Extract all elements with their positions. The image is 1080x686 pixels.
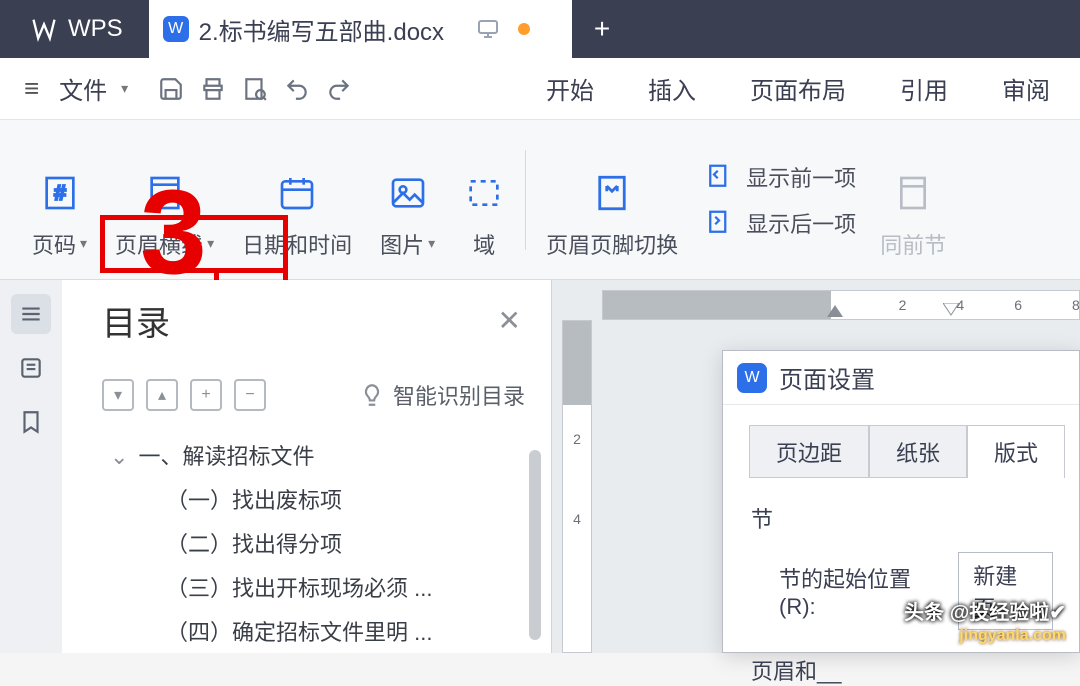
sidebar-bookmark[interactable] [11,402,51,442]
undo-icon[interactable] [280,72,314,106]
tab-layout[interactable]: 版式 [967,425,1065,478]
app-brand: WPS [0,0,149,58]
tree-item-h1[interactable]: ⌄一、解读招标文件 [110,435,531,479]
field-button[interactable]: 域 [449,140,519,260]
switch-hf-icon [591,172,633,214]
preview-icon[interactable] [238,72,272,106]
wps-logo-icon [30,15,58,43]
tab-start[interactable]: 开始 [540,67,600,110]
hf-group-label: 页眉和__ [751,654,1053,686]
titlebar: WPS W 2.标书编写五部曲.docx + [0,0,1080,58]
tab-review[interactable]: 审阅 [996,67,1056,110]
document-name: 2.标书编写五部曲.docx [199,12,444,47]
calendar-icon [276,172,318,214]
smart-recognize-button[interactable]: 智能识别目录 [359,379,531,411]
tree-item[interactable]: （三）找出开标现场必须 ... [166,567,531,611]
page-number-button[interactable]: # 页码▾ [18,140,101,260]
indent-marker-icon[interactable] [827,303,843,317]
tab-paper[interactable]: 纸张 [869,425,967,478]
save-icon[interactable] [154,72,188,106]
same-as-prev-icon [892,172,934,214]
show-next-button[interactable]: 显示后一项 [702,206,856,240]
show-next-icon [702,206,736,240]
picture-button[interactable]: 图片▾ [366,140,449,260]
section-group-label: 节 [751,502,1053,534]
outline-panel: 目录 ✕ ▾ ▴ + − 智能识别目录 ⌄一、解读招标文件 （一）找出废标项 （… [62,280,552,653]
tree-item[interactable]: （二）找出得分项 [166,523,531,567]
outline-title: 目录 [102,296,170,345]
sidebar-outline[interactable] [11,294,51,334]
remove-icon[interactable]: − [234,379,266,411]
tab-margins[interactable]: 页边距 [749,425,869,478]
expand-icon[interactable]: ▴ [146,379,178,411]
ribbon: # 页码▾ 页眉横线▾ 日期和时间 图片▾ 域 页眉页脚切换 显示前一项 显示后… [0,120,1080,280]
annotation-highlight [100,215,288,273]
wps-icon: W [737,363,767,393]
scrollbar[interactable] [529,450,541,640]
tab-page-layout[interactable]: 页面布局 [744,67,852,110]
redo-icon[interactable] [322,72,356,106]
switch-hf-button[interactable]: 页眉页脚切换 [532,140,692,260]
tree-item[interactable]: （四）确定招标文件里明 ... [166,611,531,655]
show-prev-icon [702,160,736,194]
chevron-down-icon: ▾ [121,80,128,97]
horizontal-ruler[interactable]: 42246810 [602,290,1080,320]
monitor-icon[interactable] [476,17,500,41]
outline-tree: ⌄一、解读招标文件 （一）找出废标项 （二）找出得分项 （三）找出开标现场必须 … [102,435,531,655]
dialog-titlebar[interactable]: W 页面设置 [723,351,1079,405]
print-icon[interactable] [196,72,230,106]
field-icon [463,172,505,214]
hamburger-icon[interactable]: ≡ [24,73,39,104]
app-name: WPS [68,15,123,43]
document-tab[interactable]: W 2.标书编写五部曲.docx [149,0,572,58]
bulb-icon [359,382,385,408]
dialog-title: 页面设置 [779,360,875,395]
doc-icon: W [163,16,189,42]
collapse-icon[interactable]: ▾ [102,379,134,411]
sidebar-list[interactable] [11,348,51,388]
close-icon[interactable]: ✕ [498,304,521,337]
add-icon[interactable]: + [190,379,222,411]
tab-insert[interactable]: 插入 [642,67,702,110]
chevron-down-icon: ⌄ [110,435,128,479]
tree-item[interactable]: （一）找出废标项 [166,479,531,523]
file-menu[interactable]: 文件 [53,67,113,110]
page-number-icon: # [39,172,81,214]
tab-references[interactable]: 引用 [894,67,954,110]
left-sidebar [0,280,62,653]
indent-marker-icon[interactable] [943,303,959,317]
picture-icon [387,172,429,214]
watermark: 头条 @投经验啦✔ jingyanla.com [904,596,1066,645]
new-tab-button[interactable]: + [572,0,632,58]
show-prev-button[interactable]: 显示前一项 [702,160,856,194]
unsaved-indicator-icon [518,23,530,35]
same-as-prev-button: 同前节 [866,140,960,260]
vertical-ruler[interactable]: 2 4 [562,320,592,653]
menubar: ≡ 文件 ▾ 开始 插入 页面布局 引用 审阅 [0,58,1080,120]
svg-text:#: # [54,182,66,204]
